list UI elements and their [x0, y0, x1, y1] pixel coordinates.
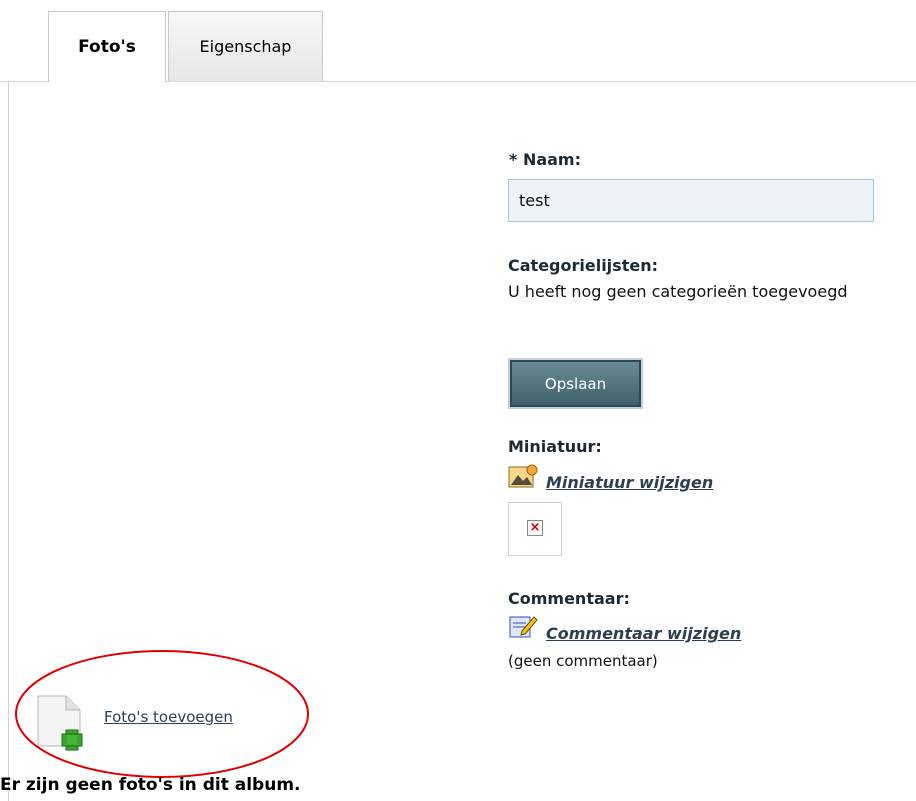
highlight-ellipse — [15, 650, 309, 778]
add-photo-icon[interactable] — [34, 692, 96, 756]
name-input[interactable] — [508, 179, 874, 222]
change-thumbnail-link[interactable]: Miniatuur wijzigen — [546, 473, 713, 492]
empty-album-message: Er zijn geen foto's in dit album. — [0, 775, 301, 795]
tab-properties-label: Eigenschap — [199, 37, 292, 56]
tab-properties[interactable]: Eigenschap — [168, 11, 323, 81]
categories-label: Categorielijsten: — [508, 256, 658, 275]
tab-photos-label: Foto's — [78, 37, 136, 57]
thumbnail-label: Miniatuur: — [508, 437, 602, 456]
tab-photos[interactable]: Foto's — [48, 11, 166, 82]
broken-image-icon: × — [527, 520, 543, 536]
add-photos-link[interactable]: Foto's toevoegen — [104, 708, 233, 726]
edit-note-icon — [508, 613, 538, 645]
save-button[interactable]: Opslaan — [508, 358, 643, 409]
change-comment-link[interactable]: Commentaar wijzigen — [546, 624, 741, 643]
categories-text: U heeft nog geen categorieën toegevoegd — [508, 282, 848, 301]
name-label: * Naam: — [509, 150, 581, 169]
content-border — [8, 82, 9, 801]
comment-value: (geen commentaar) — [508, 652, 658, 670]
image-icon — [508, 464, 538, 494]
thumbnail-preview: × — [508, 502, 562, 556]
comment-label: Commentaar: — [508, 589, 630, 608]
